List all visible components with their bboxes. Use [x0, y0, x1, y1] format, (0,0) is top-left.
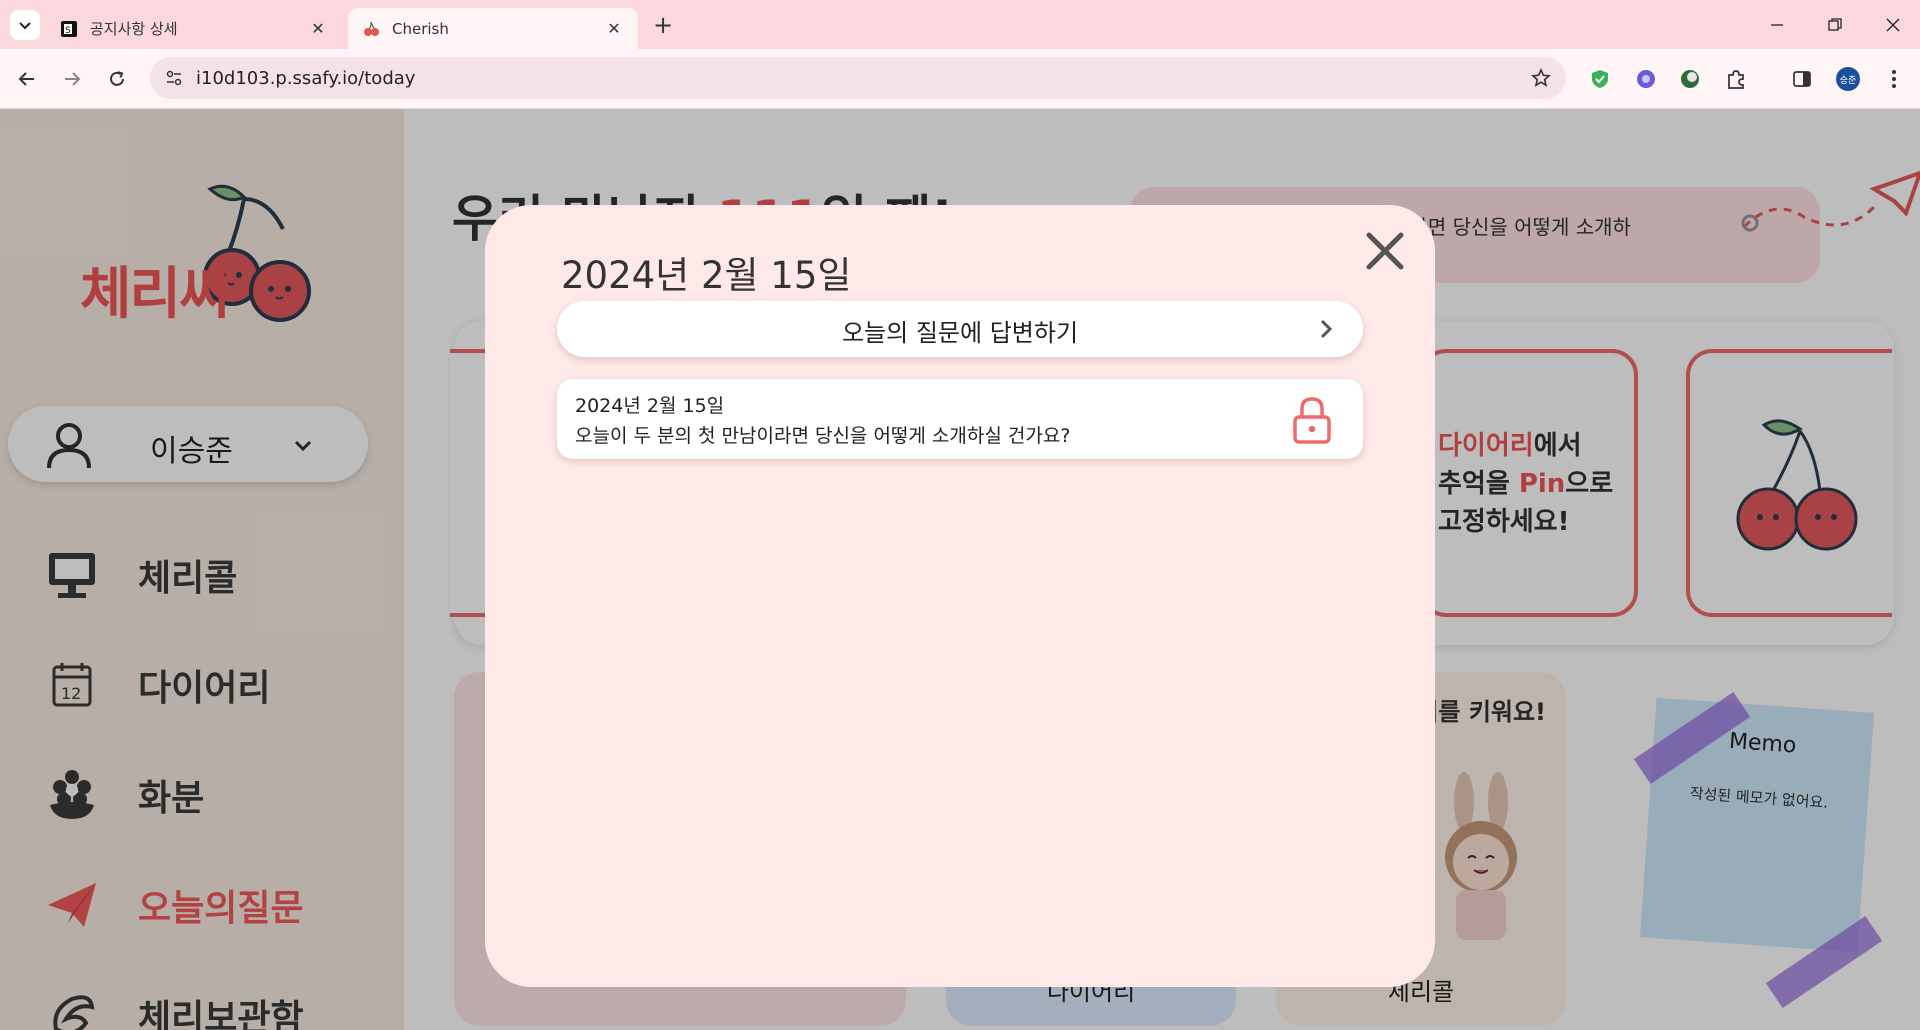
address-bar[interactable]: i10d103.p.ssafy.io/today: [150, 57, 1566, 99]
tab-title: Cherish: [392, 19, 449, 38]
notion-icon: S: [60, 20, 78, 38]
adblock-shield-icon[interactable]: [1586, 65, 1614, 93]
tab-notice-detail[interactable]: S 공지사항 상세 ✕: [46, 8, 342, 49]
restore-button[interactable]: [1812, 0, 1858, 49]
browser-menu-icon[interactable]: [1880, 65, 1908, 93]
cherry-favicon-icon: [362, 20, 380, 38]
extension-color-icon[interactable]: [1676, 65, 1704, 93]
browser-tab-bar: S 공지사항 상세 ✕ Cherish ✕ +: [0, 0, 1920, 49]
svg-text:S: S: [65, 26, 71, 36]
profile-badge-text: 승준: [1839, 75, 1857, 86]
tab-search-button[interactable]: [10, 10, 40, 40]
profile-avatar[interactable]: 승준: [1834, 65, 1862, 93]
answer-question-button[interactable]: 오늘의 질문에 답변하기: [557, 301, 1363, 357]
site-info-icon[interactable]: [162, 66, 186, 90]
modal-date-title: 2024년 2월 15일: [561, 254, 852, 297]
close-window-button[interactable]: [1870, 0, 1916, 49]
tab-title: 공지사항 상세: [90, 20, 178, 38]
browser-toolbar: i10d103.p.ssafy.io/today 승준: [0, 49, 1920, 109]
forward-button[interactable]: [55, 62, 89, 96]
close-icon: [1886, 18, 1900, 31]
back-button[interactable]: [10, 62, 44, 96]
arrow-right-icon: [65, 72, 81, 86]
close-tab-icon[interactable]: ✕: [308, 19, 328, 39]
page-content: 체리씨 이승준 체리콜 12 다이어리 화분 오늘의질문 체리보관함 당신을 어…: [0, 109, 1920, 1030]
answer-question-label: 오늘의 질문에 답변하기: [841, 319, 1079, 347]
extensions-puzzle-icon[interactable]: [1722, 65, 1750, 93]
arrow-left-icon: [18, 72, 34, 86]
tab-cherish[interactable]: Cherish ✕: [348, 8, 638, 49]
extension-purple-icon[interactable]: [1632, 65, 1660, 93]
today-question-modal: 2024년 2월 15일 오늘의 질문에 답변하기 2024년 2월 15일 오…: [485, 205, 1435, 987]
chevron-down-icon: [19, 22, 31, 30]
bookmark-star-icon[interactable]: [1526, 63, 1556, 93]
entry-date: 2024년 2월 15일: [575, 395, 725, 417]
close-tab-icon[interactable]: ✕: [604, 19, 624, 39]
minimize-button[interactable]: [1754, 0, 1800, 49]
side-panel-icon[interactable]: [1788, 65, 1816, 93]
entry-question: 오늘이 두 분의 첫 만남이라면 당신을 어떻게 소개하실 건가요?: [575, 425, 1071, 447]
reload-button[interactable]: [100, 62, 134, 96]
lock-icon: [1293, 397, 1331, 444]
new-tab-button[interactable]: +: [648, 10, 678, 40]
url-text[interactable]: i10d103.p.ssafy.io/today: [196, 68, 1526, 89]
question-entry[interactable]: 2024년 2월 15일 오늘이 두 분의 첫 만남이라면 당신을 어떻게 소개…: [557, 379, 1363, 459]
close-icon[interactable]: [1365, 231, 1405, 271]
reload-icon: [110, 71, 124, 86]
chevron-right-icon: [1320, 319, 1333, 339]
minimize-icon: [1771, 23, 1783, 26]
restore-icon: [1828, 17, 1842, 31]
